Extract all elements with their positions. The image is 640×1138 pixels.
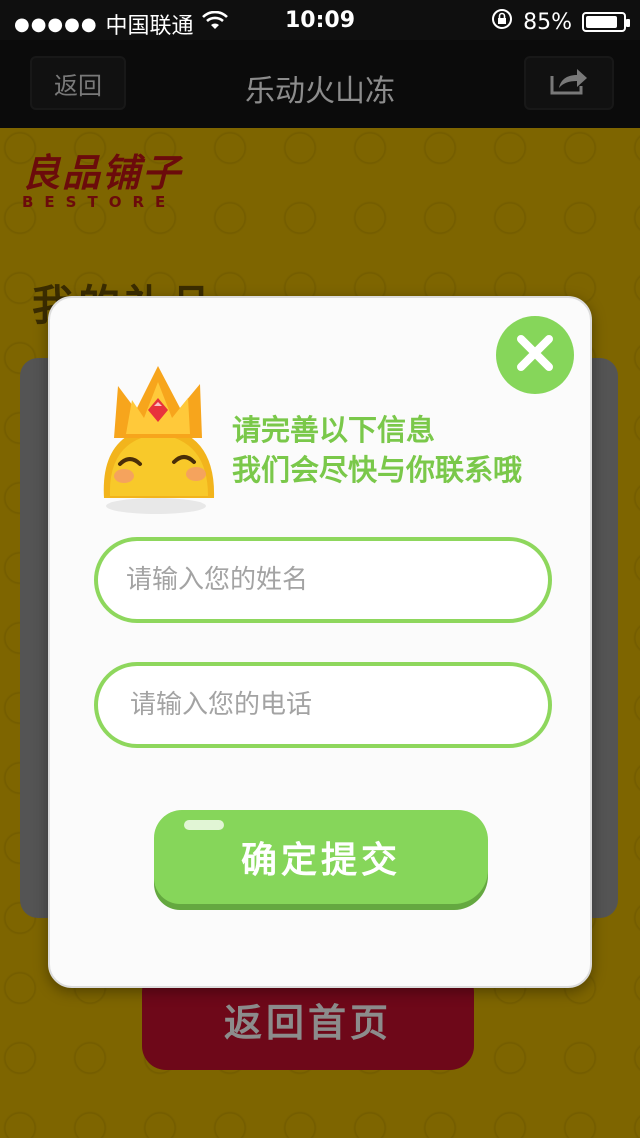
submit-button[interactable]: 确定提交 bbox=[154, 810, 488, 904]
close-icon bbox=[515, 333, 555, 377]
battery-fill bbox=[586, 16, 617, 28]
phone-input[interactable] bbox=[94, 662, 552, 748]
status-right: 85% bbox=[491, 8, 630, 36]
status-bar: ●●●●● 中国联通 10:09 85% bbox=[0, 0, 640, 40]
close-button[interactable] bbox=[496, 316, 574, 394]
headline-line-1: 请完善以下信息 bbox=[232, 413, 436, 447]
submit-label: 确定提交 bbox=[240, 840, 401, 881]
headline-line-2: 我们会尽快与你联系哦 bbox=[232, 453, 523, 487]
battery-percent: 85% bbox=[523, 9, 572, 35]
modal-headline: 请完善以下信息 我们会尽快与你联系哦 bbox=[232, 410, 522, 490]
battery-icon bbox=[582, 12, 630, 32]
button-shine bbox=[184, 820, 224, 830]
rotation-lock-icon bbox=[491, 8, 513, 36]
name-input[interactable] bbox=[94, 537, 552, 623]
mascot-crown-icon bbox=[96, 362, 226, 518]
